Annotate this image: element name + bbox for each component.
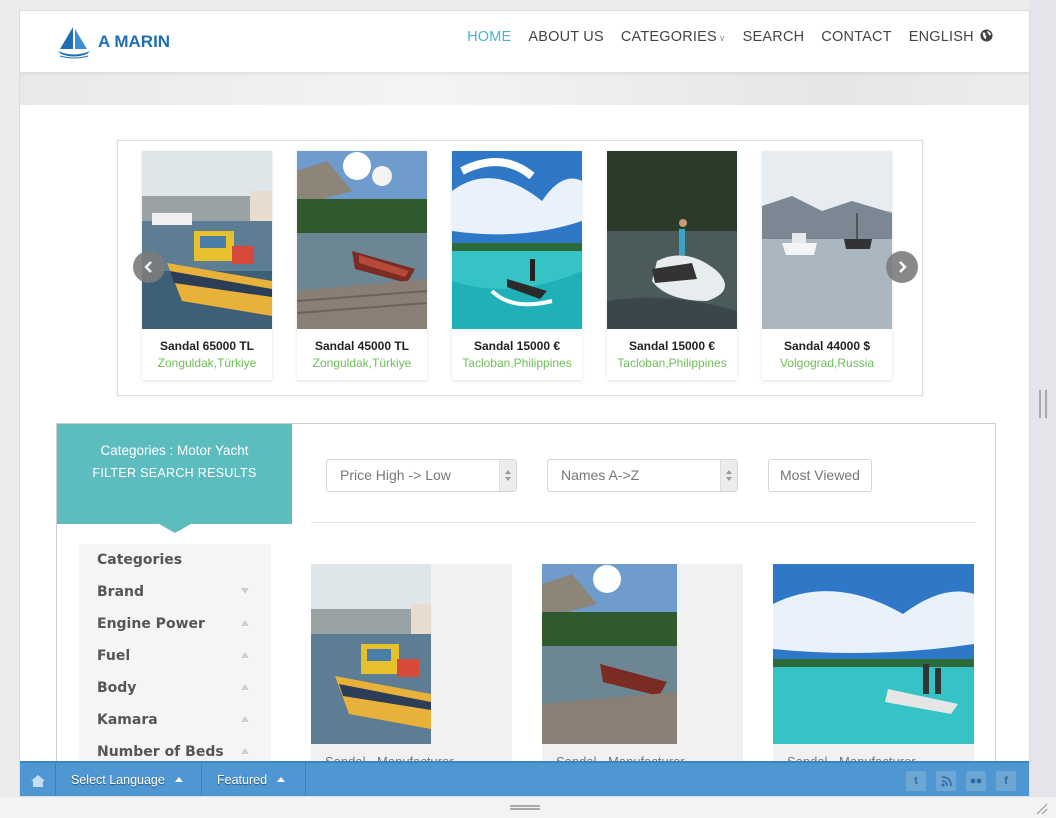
nav-about-us[interactable]: ABOUT US: [528, 29, 603, 45]
most-viewed-button[interactable]: Most Viewed: [768, 459, 872, 492]
select-spinner-icon: [499, 460, 516, 491]
logo[interactable]: A MARIN: [56, 25, 170, 59]
listing-location: Volgograd,Russia: [779, 356, 875, 370]
nav-language-label: ENGLISH: [908, 29, 974, 45]
header-notch: [159, 524, 191, 533]
resize-grip[interactable]: [510, 805, 540, 810]
hero-banner-strip: [20, 72, 1029, 105]
filter-label: Fuel: [97, 648, 131, 664]
filter-brand[interactable]: Brand: [79, 576, 271, 608]
boat-photo: [142, 151, 272, 329]
nav-search[interactable]: SEARCH: [743, 29, 805, 45]
boat-photo: [773, 564, 974, 744]
filter-label: Brand: [97, 584, 145, 600]
caret-up-icon: [241, 716, 249, 722]
home-button[interactable]: [20, 763, 56, 796]
filter-engine-power[interactable]: Engine Power: [79, 608, 271, 640]
listing-title: Sandal 44000 $: [783, 339, 871, 353]
vertical-scrollbar[interactable]: [1030, 0, 1056, 818]
select-language-label: Select Language: [71, 773, 165, 787]
boat-photo: [762, 151, 892, 329]
filter-heading: FILTER SEARCH RESULTS: [92, 466, 257, 480]
brand-name: A MARIN: [98, 32, 171, 51]
caret-up-icon: [241, 748, 249, 754]
boat-photo: [452, 151, 582, 329]
sort-price-select[interactable]: Price High -> Low: [326, 459, 517, 492]
filter-label: Number of Beds: [97, 744, 224, 760]
carousel-card[interactable]: Sandal 44000 $ Volgograd,Russia: [762, 151, 892, 380]
bottom-toolbar: Select Language Featured t f: [20, 761, 1029, 796]
boat-photo: [311, 564, 512, 744]
caret-down-icon: [241, 588, 249, 594]
carousel-prev-button[interactable]: [133, 251, 165, 283]
select-spinner-icon: [720, 460, 737, 491]
featured-menu[interactable]: Featured: [202, 763, 306, 796]
featured-label: Featured: [217, 773, 268, 787]
listing-location: Tacloban,Philippines: [617, 356, 727, 370]
caret-up-icon: [241, 620, 249, 626]
boat-photo: [297, 151, 427, 329]
twitter-icon[interactable]: t: [906, 771, 926, 791]
site-header: A MARIN HOME ABOUT US CATEGORIES ∨ SEARCH…: [20, 11, 1029, 72]
resize-corner-icon[interactable]: [1036, 803, 1048, 815]
sailboat-logo-icon: [58, 27, 90, 59]
divider: [311, 522, 976, 523]
sort-name-value: Names A->Z: [561, 467, 640, 483]
listing-title: Sandal 15000 €: [628, 339, 716, 353]
sort-price-value: Price High -> Low: [340, 467, 451, 483]
rss-icon[interactable]: [936, 771, 956, 791]
nav-contact[interactable]: CONTACT: [821, 29, 891, 45]
filter-label: Engine Power: [97, 616, 205, 632]
sort-name-select[interactable]: Names A->Z: [547, 459, 738, 492]
filter-categories[interactable]: Categories: [79, 544, 271, 576]
flickr-icon[interactable]: [966, 771, 986, 791]
scroll-grip[interactable]: [1039, 390, 1047, 418]
filter-label: Body: [97, 680, 137, 696]
browser-viewport: A MARIN HOME ABOUT US CATEGORIES ∨ SEARCH…: [19, 10, 1030, 797]
current-category: Categories : Motor Yacht: [100, 443, 249, 458]
carousel-card[interactable]: Sandal 15000 € Tacloban,Philippines: [607, 151, 737, 380]
carousel-card[interactable]: Sandal 45000 TL Zonguldak,Türkiye: [297, 151, 427, 380]
filter-label: Kamara: [97, 712, 158, 728]
listing-location: Zonguldak,Türkiye: [157, 356, 257, 370]
caret-up-icon: [241, 684, 249, 690]
filter-body[interactable]: Body: [79, 672, 271, 704]
listing-location: Tacloban,Philippines: [462, 356, 572, 370]
filter-kamara[interactable]: Kamara: [79, 704, 271, 736]
facebook-icon[interactable]: f: [996, 771, 1016, 791]
nav-categories-label: CATEGORIES: [620, 29, 717, 45]
nav-categories[interactable]: CATEGORIES ∨: [621, 29, 726, 45]
caret-up-icon: [277, 777, 286, 782]
window-bottom-edge: [0, 797, 1056, 818]
listing-title: Sandal 45000 TL: [314, 339, 410, 353]
featured-carousel: Sandal 65000 TL Zonguldak,Türkiye Sandal…: [117, 140, 923, 396]
carousel-card[interactable]: Sandal 15000 € Tacloban,Philippines: [452, 151, 582, 380]
chevron-down-icon: ∨: [718, 33, 726, 43]
caret-up-icon: [241, 652, 249, 658]
globe-icon: [980, 29, 993, 42]
main-nav: HOME ABOUT US CATEGORIES ∨ SEARCH CONTACT…: [467, 29, 993, 45]
filter-label: Categories: [97, 552, 183, 568]
filter-fuel[interactable]: Fuel: [79, 640, 271, 672]
nav-home[interactable]: HOME: [467, 29, 511, 45]
filter-header: Categories : Motor Yacht FILTER SEARCH R…: [57, 424, 292, 533]
listing-title: Sandal 15000 €: [473, 339, 561, 353]
filter-list: Categories Brand Engine Power Fuel Body …: [79, 544, 271, 796]
chevron-right-icon: [899, 261, 907, 273]
nav-language[interactable]: ENGLISH: [909, 29, 993, 45]
listing-title: Sandal 65000 TL: [159, 339, 255, 353]
caret-up-icon: [174, 777, 183, 782]
boat-photo: [542, 564, 743, 744]
carousel-next-button[interactable]: [886, 251, 918, 283]
chevron-left-icon: [144, 261, 152, 273]
select-language-menu[interactable]: Select Language: [56, 763, 202, 796]
search-results-panel: Categories : Motor Yacht FILTER SEARCH R…: [56, 423, 996, 796]
listing-location: Zonguldak,Türkiye: [312, 356, 412, 370]
home-icon: [30, 774, 45, 787]
boat-photo: [607, 151, 737, 329]
